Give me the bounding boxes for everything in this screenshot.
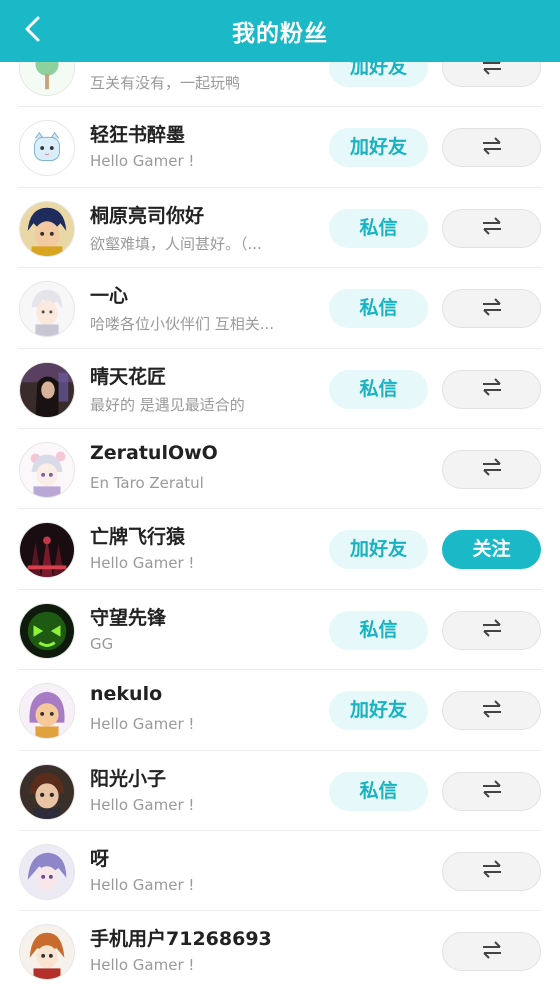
fan-bio: Hello Gamer !: [90, 554, 195, 573]
fan-bio: GG: [90, 634, 114, 653]
mutual-follow-button[interactable]: [442, 449, 541, 489]
fans-page: 互关有没有，一起玩鸭 加好友 轻狂书醉墨 Hello Gamer ! 加好友 桐…: [0, 0, 560, 983]
avatar[interactable]: [19, 120, 75, 177]
swap-icon: [481, 619, 503, 641]
swap-icon: [481, 297, 503, 320]
avatar[interactable]: [19, 763, 75, 820]
fan-name: ZeratulOwO: [90, 441, 218, 464]
fan-name: 呀: [90, 847, 110, 870]
list-item[interactable]: 守望先锋 GG 私信: [0, 590, 560, 671]
fan-bio: Hello Gamer !: [90, 875, 195, 894]
list-item[interactable]: nekulo Hello Gamer ! 加好友: [0, 670, 560, 751]
fan-bio: 互关有没有，一起玩鸭: [90, 74, 241, 92]
fan-name: 亡牌飞行猿: [90, 526, 186, 549]
fan-name: 手机用户71268693: [90, 928, 272, 951]
message-button[interactable]: 私信: [329, 208, 428, 248]
mutual-follow-button[interactable]: [442, 289, 541, 329]
avatar[interactable]: [19, 361, 75, 418]
swap-icon: [481, 458, 503, 480]
fan-bio: 最好的 是遇见最适合的: [90, 395, 245, 414]
add-friend-button[interactable]: 加好友: [329, 691, 428, 731]
mutual-follow-button[interactable]: [442, 208, 541, 248]
chevron-left-icon: [22, 15, 42, 47]
avatar[interactable]: [19, 522, 75, 579]
fan-bio: Hello Gamer !: [90, 152, 195, 171]
page-title: 我的粉丝: [232, 21, 328, 47]
swap-icon: [481, 217, 503, 239]
top-bar: 我的粉丝: [0, 0, 560, 62]
list-item[interactable]: ZeratulOwO En Taro Zeratul: [0, 429, 560, 510]
fan-name: nekulo: [90, 683, 163, 706]
fan-bio: 哈喽各位小伙伴们 互相关...: [90, 315, 275, 334]
mutual-follow-button[interactable]: [442, 369, 541, 409]
message-button[interactable]: 私信: [329, 771, 428, 811]
follow-button[interactable]: 关注: [442, 530, 541, 570]
message-button[interactable]: 私信: [329, 610, 428, 650]
list-item[interactable]: 桐原亮司你好 欲壑难填，人间甚好。（... 私信: [0, 188, 560, 269]
mutual-follow-button[interactable]: [442, 128, 541, 168]
avatar[interactable]: [19, 843, 75, 900]
fan-name: 晴天花匠: [90, 365, 167, 388]
fan-bio: 欲壑难填，人间甚好。（...: [90, 234, 262, 253]
mutual-follow-button[interactable]: [442, 932, 541, 972]
mutual-follow-button[interactable]: [442, 771, 541, 811]
list-item[interactable]: 阳光小子 Hello Gamer ! 私信: [0, 751, 560, 832]
fan-bio: Hello Gamer !: [90, 795, 195, 814]
avatar[interactable]: [19, 441, 75, 498]
fan-bio: En Taro Zeratul: [90, 473, 204, 492]
swap-icon: [481, 378, 503, 400]
avatar[interactable]: [19, 683, 75, 740]
avatar[interactable]: [19, 602, 75, 659]
fan-bio: Hello Gamer !: [90, 956, 195, 975]
list-item[interactable]: 一心 哈喽各位小伙伴们 互相关... 私信: [0, 268, 560, 349]
avatar[interactable]: [19, 281, 75, 338]
swap-icon: [481, 699, 503, 722]
list-item[interactable]: 呀 Hello Gamer !: [0, 831, 560, 912]
fan-name: 轻狂书醉墨: [90, 124, 186, 147]
fan-name: 守望先锋: [90, 606, 167, 629]
mutual-follow-button[interactable]: [442, 610, 541, 650]
fan-name: 一心: [90, 285, 129, 308]
fan-name: 桐原亮司你好: [90, 204, 205, 227]
back-button[interactable]: [14, 13, 50, 49]
add-friend-button[interactable]: 加好友: [329, 128, 428, 168]
swap-icon: [481, 941, 503, 963]
message-button[interactable]: 私信: [329, 369, 428, 409]
list-item[interactable]: 亡牌飞行猿 Hello Gamer ! 加好友 关注: [0, 509, 560, 591]
message-button[interactable]: 私信: [329, 289, 428, 329]
mutual-follow-button[interactable]: [442, 851, 541, 891]
add-friend-button[interactable]: 加好友: [329, 530, 428, 570]
list-item[interactable]: 轻狂书醉墨 Hello Gamer ! 加好友: [0, 107, 560, 189]
list-item[interactable]: 晴天花匠 最好的 是遇见最适合的 私信: [0, 349, 560, 430]
mutual-follow-button[interactable]: [442, 691, 541, 731]
list-item[interactable]: 手机用户71268693 Hello Gamer !: [0, 911, 560, 983]
swap-icon: [481, 860, 503, 882]
swap-icon: [481, 137, 503, 159]
swap-icon: [481, 780, 503, 802]
fans-list: 互关有没有，一起玩鸭 加好友 轻狂书醉墨 Hello Gamer ! 加好友 桐…: [0, 27, 560, 983]
avatar[interactable]: [19, 924, 75, 981]
fan-bio: Hello Gamer !: [90, 715, 195, 734]
avatar[interactable]: [19, 200, 75, 257]
fan-name: 阳光小子: [90, 767, 167, 790]
